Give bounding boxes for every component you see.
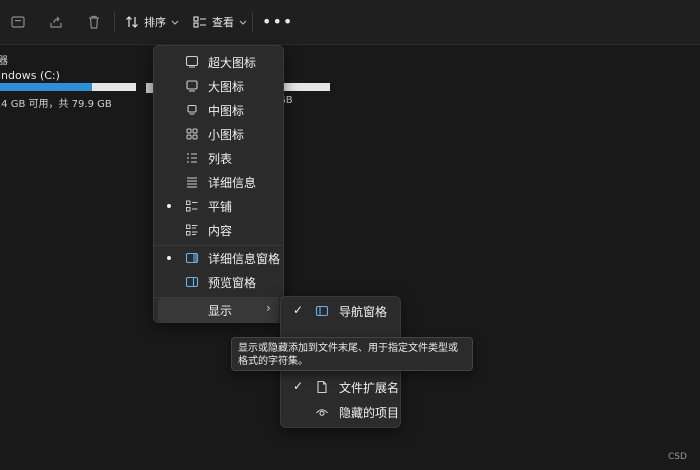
content-icon <box>186 224 198 236</box>
details-icon <box>187 177 197 188</box>
menu-item-details[interactable]: 详细信息 <box>158 170 279 194</box>
view-menu: 超大图标 大图标 中图标 小图标 列表 详细信息 平铺 内容 详细信息窗格 预览… <box>153 45 284 323</box>
submenu-item-label: 隐藏的项目 <box>339 406 400 420</box>
sort-label: 排序 <box>144 16 166 29</box>
menu-item-label: 详细信息窗格 <box>208 252 281 266</box>
menu-item-medium-icons[interactable]: 中图标 <box>158 98 279 122</box>
submenu-item-file-extensions[interactable]: ✓ 文件扩展名 <box>285 375 400 399</box>
small-icons-icon <box>186 128 198 140</box>
sort-button[interactable]: 排序 <box>124 10 180 34</box>
checkmark-icon: ✓ <box>293 379 304 393</box>
menu-item-small-icons[interactable]: 小图标 <box>158 122 279 146</box>
section-heading: 器 <box>0 56 8 67</box>
file-extension-icon <box>317 380 327 394</box>
command-bar: 排序 查看 ••• <box>0 0 700 45</box>
checkmark-icon: ✓ <box>293 303 304 317</box>
navigation-pane-icon <box>315 305 329 317</box>
toolbar-divider <box>114 12 115 32</box>
submenu-item-label: 文件扩展名 <box>339 381 400 395</box>
share-icon <box>50 16 62 28</box>
menu-item-label: 中图标 <box>208 104 245 118</box>
submenu-item-label: 导航窗格 <box>339 305 388 319</box>
menu-item-show[interactable]: 显示 › <box>158 298 279 322</box>
menu-item-label: 预览窗格 <box>208 276 257 290</box>
menu-item-large-icons[interactable]: 大图标 <box>158 74 279 98</box>
menu-item-label: 超大图标 <box>208 56 257 70</box>
chevron-down-icon <box>239 20 247 25</box>
trash-icon <box>89 15 99 29</box>
rename-button[interactable] <box>10 10 26 34</box>
menu-item-label: 小图标 <box>208 128 245 142</box>
medium-icons-icon <box>187 104 197 115</box>
rename-icon <box>11 16 25 28</box>
menu-item-label: 大图标 <box>208 80 245 94</box>
view-icon <box>193 16 206 28</box>
drive-space-text: .4 GB 可用，共 79.9 GB <box>0 99 112 110</box>
menu-item-content[interactable]: 内容 <box>158 218 279 242</box>
list-icon <box>187 153 197 163</box>
sort-icon <box>126 16 138 28</box>
view-button[interactable]: 查看 <box>192 10 248 34</box>
more-options-button[interactable]: ••• <box>262 12 293 31</box>
tiles-icon <box>186 200 198 212</box>
details-pane-icon <box>185 252 199 264</box>
chevron-right-icon: › <box>266 301 271 315</box>
menu-item-details-pane[interactable]: 详细信息窗格 <box>158 246 281 270</box>
watermark: CSD <box>668 452 687 462</box>
menu-item-label: 内容 <box>208 224 233 238</box>
submenu-item-hidden-items[interactable]: 隐藏的项目 <box>285 400 400 424</box>
menu-item-label: 详细信息 <box>208 176 257 190</box>
drive-usage-fill <box>0 83 93 91</box>
menu-item-label: 显示 <box>208 304 233 318</box>
large-icons-icon <box>186 80 198 92</box>
selected-bullet <box>167 256 171 260</box>
menu-item-list[interactable]: 列表 <box>158 146 279 170</box>
menu-item-label: 平铺 <box>208 200 233 214</box>
drive-usage-bar <box>0 83 136 91</box>
tooltip: 显示或隐藏添加到文件末尾、用于指定文件类型或格式的字符集。 <box>231 337 473 371</box>
menu-item-label: 列表 <box>208 152 233 166</box>
menu-item-extra-large-icons[interactable]: 超大图标 <box>158 50 279 74</box>
view-label: 查看 <box>212 16 234 29</box>
menu-item-preview-pane[interactable]: 预览窗格 <box>158 270 279 294</box>
drive-name[interactable]: indows (C:) <box>0 69 60 82</box>
eye-icon <box>316 409 328 416</box>
menu-item-tiles[interactable]: 平铺 <box>158 194 279 218</box>
extra-large-icons-icon <box>185 55 199 68</box>
submenu-item-navigation-pane[interactable]: ✓ 导航窗格 <box>285 299 396 323</box>
selected-bullet <box>167 204 171 208</box>
share-button[interactable] <box>48 10 64 34</box>
delete-button[interactable] <box>86 10 102 34</box>
preview-pane-icon <box>185 276 199 288</box>
chevron-down-icon <box>171 20 179 25</box>
toolbar-divider <box>252 12 253 32</box>
